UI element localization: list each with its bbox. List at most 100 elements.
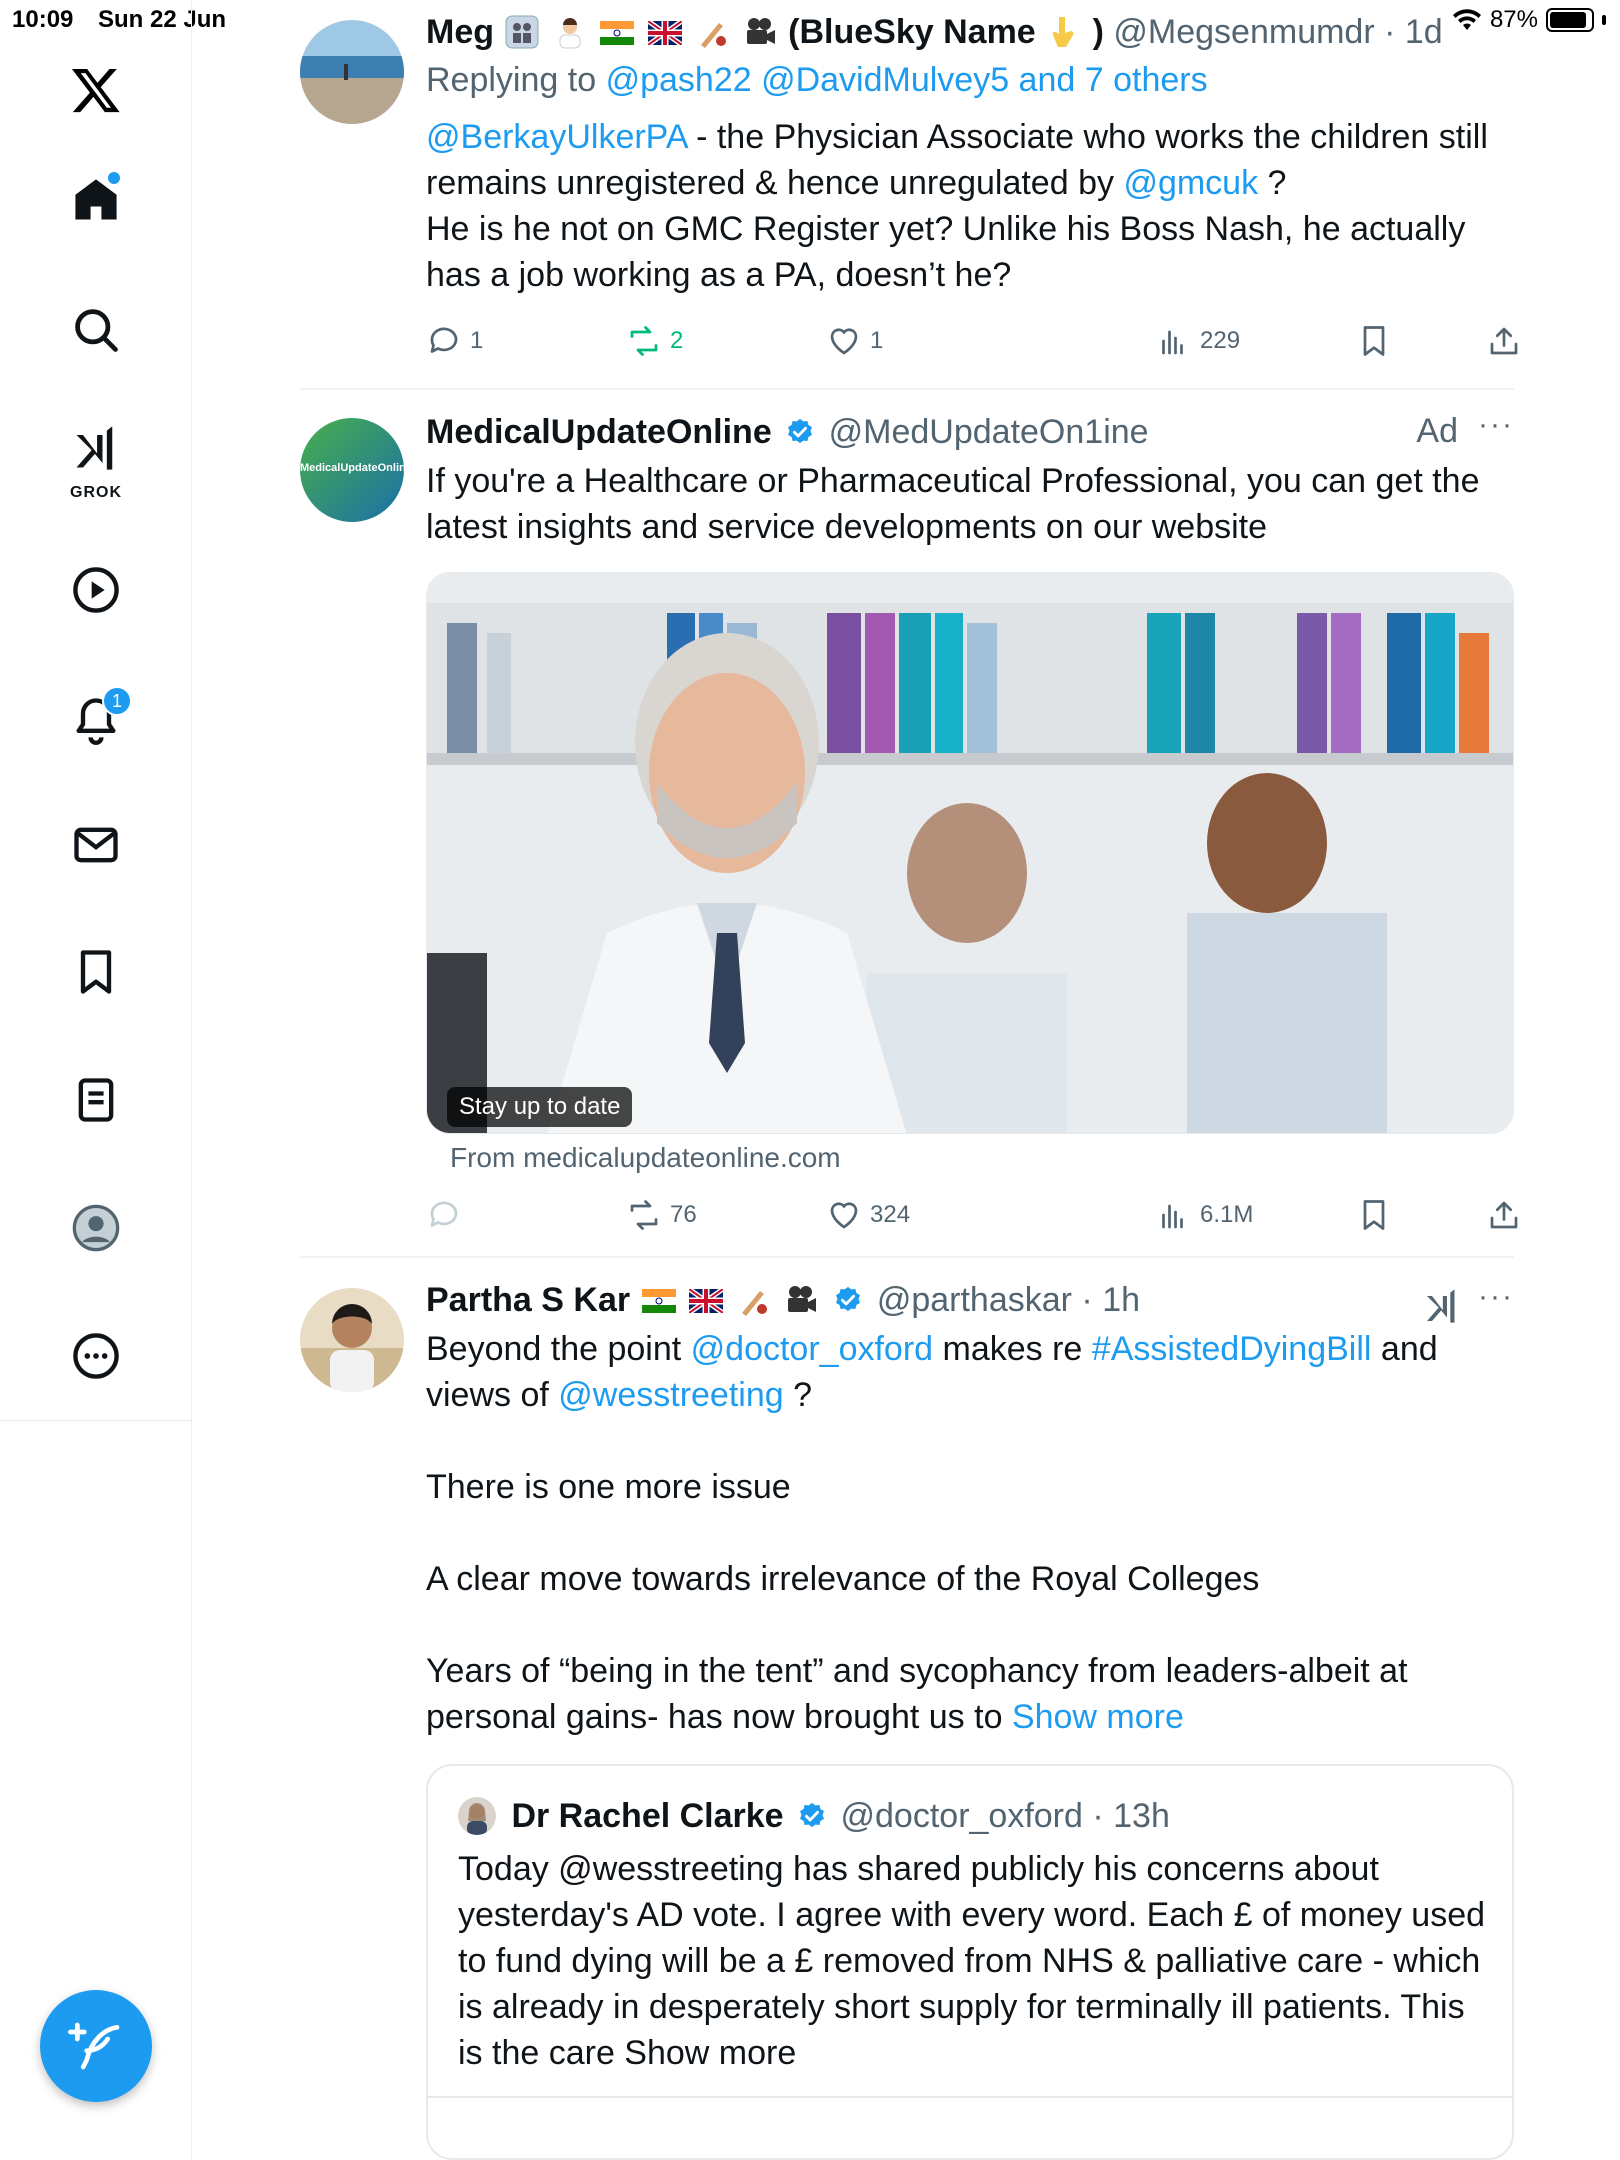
tweet-time[interactable]: · 1h (1081, 1281, 1140, 1319)
avatar[interactable] (300, 20, 404, 124)
text-segment: He is he not on GMC Register yet? Unlike… (426, 210, 1466, 294)
author-handle[interactable]: @MedUpdateOn1ine (829, 413, 1149, 451)
author-name[interactable]: Partha S Kar (426, 1281, 630, 1319)
camera-emoji-icon (743, 15, 777, 49)
more-options-icon[interactable]: ··· (1478, 1280, 1514, 1314)
sidebar-item-profile[interactable] (56, 1188, 136, 1268)
repost-button[interactable]: 76 (626, 1190, 697, 1240)
reply-button[interactable] (426, 1190, 462, 1240)
text-segment: Beyond the point (426, 1330, 691, 1368)
show-more-link[interactable]: Show more (1012, 1698, 1184, 1736)
views-icon (1162, 1204, 1183, 1229)
tweet-time[interactable]: · 1d (1384, 13, 1443, 51)
more-circle-icon (73, 1333, 119, 1379)
replying-prefix: Replying to (426, 61, 597, 99)
share-button[interactable] (1486, 316, 1522, 366)
health-worker-emoji-icon (553, 15, 587, 49)
author-handle[interactable]: @parthaskar (877, 1281, 1072, 1319)
bookmark-button[interactable] (1356, 316, 1392, 366)
author-name[interactable]: MedicalUpdateOnline (426, 413, 772, 451)
mention-link[interactable]: @BerkayUlkerPA (426, 118, 687, 156)
quoted-tweet[interactable]: Dr Rachel Clarke @doctor_oxford · 13h To… (426, 1764, 1514, 2160)
quoted-tweet-content: Dr Rachel Clarke @doctor_oxford · 13h To… (458, 1794, 1488, 2076)
uk-flag-icon (646, 12, 684, 48)
share-button[interactable] (1486, 1190, 1522, 1240)
author-name[interactable]: Meg (426, 13, 494, 51)
text-segment: Years of “being in the tent” and sycopha… (426, 1652, 1408, 1736)
like-button[interactable]: 1 (826, 316, 883, 366)
views-count: 229 (1200, 327, 1241, 354)
tweet-header: Partha S Kar @parthaskar · 1h (426, 1278, 1514, 1322)
sidebar-item-messages[interactable] (56, 805, 136, 885)
author-name-suffix: (BlueSky Name (788, 13, 1036, 51)
sidebar-item-grok[interactable]: GROK (56, 410, 136, 506)
text-segment: ? (1258, 164, 1287, 202)
mention-link[interactable]: @doctor_oxford (691, 1330, 933, 1368)
tweet-separator (300, 388, 1514, 390)
reply-button[interactable]: 1 (426, 316, 483, 366)
mention-link[interactable]: @gmcuk (1123, 164, 1258, 202)
sidebar-item-video[interactable] (56, 550, 136, 630)
home-new-dot (108, 172, 120, 184)
compose-icon (68, 2022, 120, 2070)
repost-button[interactable]: 2 (626, 316, 683, 366)
mail-icon (74, 827, 118, 863)
author-handle[interactable]: @Megsenmumdr (1113, 13, 1374, 51)
reply-icon (430, 327, 458, 353)
battery-icon (1546, 8, 1594, 32)
views-button[interactable]: 6.1M (1156, 1190, 1253, 1240)
hashtag-link[interactable]: #AssistedDyingBill (1092, 1330, 1372, 1368)
replying-mentions[interactable]: @pash22 @DavidMulvey5 and 7 others (606, 61, 1208, 99)
text-paragraph: Years of “being in the tent” and sycopha… (426, 1648, 1514, 1740)
more-options-icon[interactable]: ··· (1478, 408, 1514, 442)
tweet-actions: 1 2 1 229 (426, 316, 1518, 366)
repost-icon (630, 1200, 658, 1230)
sidebar-item-notifications[interactable]: 1 (56, 680, 136, 760)
heart-icon (830, 1202, 858, 1229)
cricket-emoji-icon (695, 15, 729, 49)
reply-icon (430, 1201, 458, 1227)
quoted-tweet-text: Today @wesstreeting has shared publicly … (458, 1850, 1486, 2072)
sidebar-item-bookmarks[interactable] (56, 932, 136, 1012)
tweet-text: @BerkayUlkerPA - the Physician Associate… (426, 114, 1514, 298)
replying-to: Replying to @pash22 @DavidMulvey5 and 7 … (426, 58, 1514, 102)
ad-source-link[interactable]: From medicalupdateonline.com (450, 1142, 841, 1174)
sidebar-item-home[interactable] (56, 160, 136, 240)
compose-button[interactable] (40, 1990, 152, 2102)
tweet-body: Partha S Kar @parthaskar · 1h Beyond the… (426, 1278, 1514, 1740)
pointing-down-emoji-icon (1047, 15, 1081, 49)
cricket-emoji-icon (736, 1283, 770, 1317)
grok-icon[interactable] (1422, 1286, 1462, 1326)
tweet-header: Meg (BlueSky Name ) @Megsenmumdr · 1d (426, 10, 1514, 54)
notification-badge: 1 (102, 686, 132, 716)
bookmark-button[interactable] (1356, 1190, 1392, 1240)
tweet-body: MedicalUpdateOnline @MedUpdateOn1ine If … (426, 410, 1514, 550)
avatar (458, 1797, 496, 1835)
bookmark-icon (1363, 326, 1385, 356)
ad-label: Ad (1416, 412, 1458, 450)
list-icon (78, 1078, 114, 1122)
verified-badge-icon (788, 418, 813, 444)
mention-link[interactable]: @wesstreeting (558, 1376, 783, 1414)
bookmark-icon (1363, 1200, 1385, 1230)
tweet-header: MedicalUpdateOnline @MedUpdateOn1ine (426, 410, 1514, 454)
sidebar-divider (0, 1420, 192, 1421)
heart-icon (830, 328, 858, 355)
sidebar-item-lists[interactable] (56, 1060, 136, 1140)
ad-image[interactable]: Stay up to date (426, 572, 1514, 1134)
profile-icon (72, 1204, 120, 1252)
sidebar-item-more[interactable] (56, 1316, 136, 1396)
views-count: 6.1M (1200, 1201, 1254, 1228)
avatar[interactable] (300, 1288, 404, 1392)
india-flag-icon (600, 12, 635, 45)
sidebar-item-explore[interactable] (56, 290, 136, 370)
grok-label: GROK (70, 484, 122, 501)
like-button[interactable]: 324 (826, 1190, 910, 1240)
avatar[interactable]: MedicalUpdateOnline (300, 418, 404, 522)
sidebar: GROK 1 (0, 0, 192, 2160)
views-button[interactable]: 229 (1156, 316, 1240, 366)
tweet-separator (300, 1256, 1514, 1258)
tweet-text: If you're a Healthcare or Pharmaceutical… (426, 462, 1480, 546)
reply-count: 1 (470, 327, 484, 354)
x-logo-icon[interactable] (56, 50, 136, 130)
